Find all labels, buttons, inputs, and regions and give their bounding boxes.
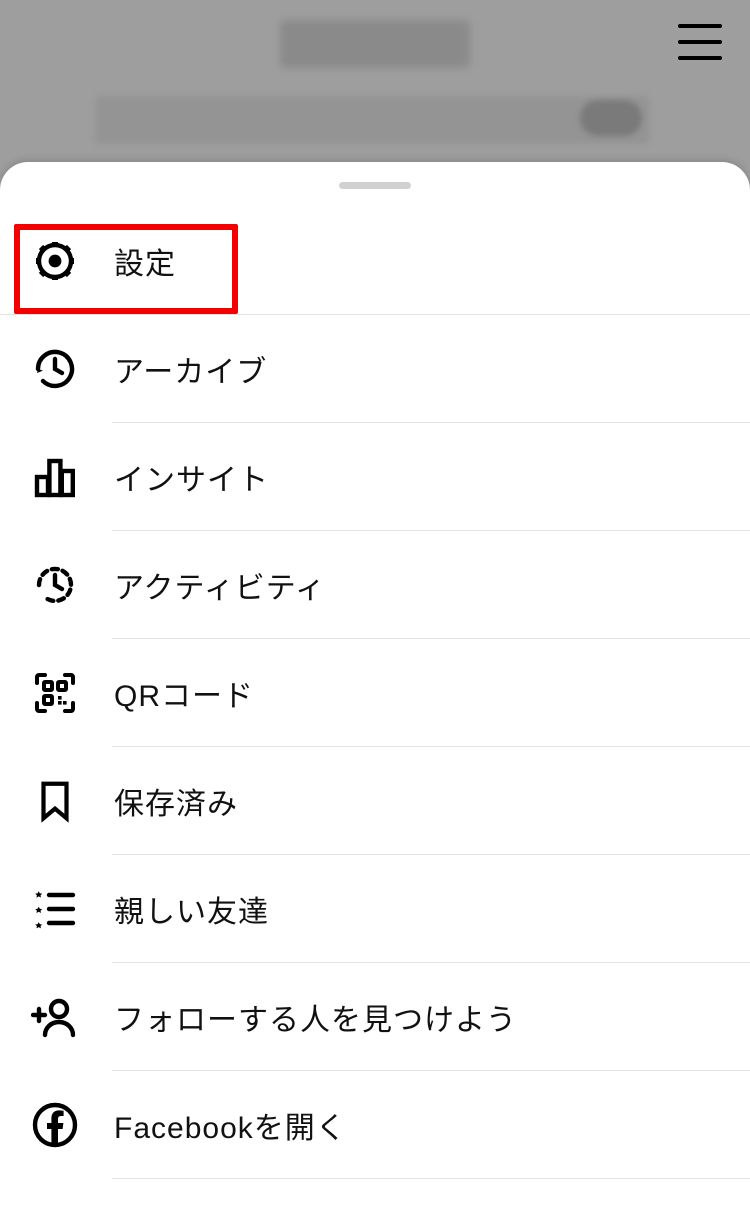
hamburger-menu-icon[interactable] — [678, 24, 722, 60]
divider — [112, 1178, 750, 1179]
menu-item-label: フォローする人を見つけよう — [114, 995, 517, 1039]
search-button-blurred — [580, 100, 642, 136]
favorites-list-icon — [30, 884, 80, 934]
add-person-icon — [30, 992, 80, 1042]
search-blurred — [95, 96, 650, 144]
menu-item-settings[interactable]: 設定 — [0, 207, 750, 315]
menu-item-label: QRコード — [114, 671, 254, 715]
logo-blurred — [280, 20, 470, 68]
menu-item-qr-code[interactable]: QRコード — [0, 639, 750, 747]
menu-item-label: 保存済み — [114, 779, 238, 823]
qr-code-icon — [30, 668, 80, 718]
activity-icon — [30, 560, 80, 610]
menu-item-activity[interactable]: アクティビティ — [0, 531, 750, 639]
menu-item-label: アクティビティ — [114, 563, 326, 607]
menu-item-saved[interactable]: 保存済み — [0, 747, 750, 855]
menu-item-open-facebook[interactable]: Facebookを開く — [0, 1071, 750, 1179]
menu-item-label: Facebookを開く — [114, 1103, 347, 1147]
menu-list: 設定 アーカイブ インサイト — [0, 207, 750, 1179]
menu-item-discover-people[interactable]: フォローする人を見つけよう — [0, 963, 750, 1071]
menu-item-insights[interactable]: インサイト — [0, 423, 750, 531]
menu-item-label: 親しい友達 — [114, 887, 269, 931]
bar-chart-icon — [30, 452, 80, 502]
gear-icon — [30, 236, 80, 286]
menu-item-label: 設定 — [114, 239, 176, 283]
bottom-sheet: 設定 アーカイブ インサイト — [0, 162, 750, 1210]
menu-item-archive[interactable]: アーカイブ — [0, 315, 750, 423]
header-bar — [0, 0, 750, 88]
sheet-grabber[interactable] — [339, 182, 411, 189]
menu-item-close-friends[interactable]: 親しい友達 — [0, 855, 750, 963]
bookmark-icon — [30, 776, 80, 826]
menu-item-label: インサイト — [114, 455, 269, 499]
facebook-icon — [30, 1100, 80, 1150]
history-icon — [30, 344, 80, 394]
menu-item-label: アーカイブ — [114, 347, 267, 391]
